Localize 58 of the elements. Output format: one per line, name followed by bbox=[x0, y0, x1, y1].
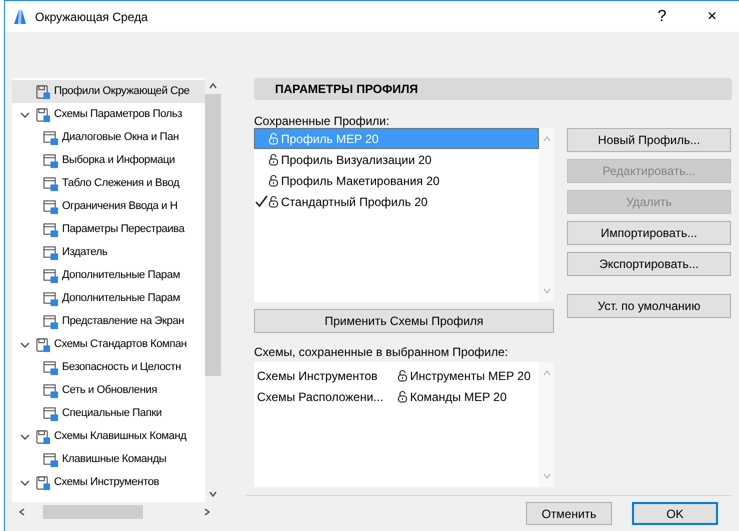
scroll-up-icon[interactable] bbox=[208, 81, 218, 91]
scrollbar-thumb[interactable] bbox=[43, 505, 143, 519]
window-icon bbox=[43, 152, 59, 168]
help-button[interactable]: ? bbox=[639, 2, 685, 32]
tree-item[interactable]: Схемы Стандартов Компан bbox=[12, 333, 205, 356]
window-icon bbox=[43, 244, 59, 260]
tree-item[interactable]: Безопасность и Целостн bbox=[12, 356, 205, 379]
window-icon bbox=[43, 176, 59, 192]
tree-item[interactable]: Профили Окружающей Сре bbox=[12, 80, 205, 103]
window-icon bbox=[43, 360, 59, 376]
scheme-value: Команды MEP 20 bbox=[410, 388, 507, 406]
window-icon bbox=[43, 222, 59, 238]
tree-item[interactable]: Схемы Параметров Польз bbox=[12, 103, 205, 126]
window-icon bbox=[43, 198, 59, 214]
profile-button[interactable]: Экспортировать... bbox=[567, 252, 731, 276]
window-icon bbox=[43, 268, 59, 284]
window-icon bbox=[43, 290, 59, 306]
dialog-button[interactable]: Отменить bbox=[526, 502, 612, 525]
window-icon bbox=[43, 406, 59, 422]
profile-button[interactable]: Новый Профиль... bbox=[567, 128, 731, 152]
tree-item[interactable]: Издатель bbox=[12, 241, 205, 264]
scheme-value: Инструменты MEP 20 bbox=[410, 368, 531, 384]
schemes-label: Схемы, сохраненные в выбранном Профиле: bbox=[254, 344, 509, 359]
close-button[interactable]: × bbox=[689, 2, 735, 32]
window-icon bbox=[43, 452, 59, 468]
profile-item[interactable]: Профиль Визуализации 20 bbox=[254, 149, 539, 170]
tree-item[interactable]: Схемы Клавишных Команд bbox=[12, 425, 205, 448]
profile-button[interactable]: Уст. по умолчанию bbox=[567, 294, 731, 318]
dialog-button[interactable]: OK bbox=[632, 502, 718, 525]
tree-item[interactable]: Выборка и Информаци bbox=[12, 149, 205, 172]
scroll-right-icon[interactable] bbox=[202, 507, 212, 517]
window-icon bbox=[43, 314, 59, 330]
scroll-down-icon[interactable] bbox=[208, 489, 218, 499]
tree-item[interactable]: Схемы Инструментов bbox=[12, 471, 205, 494]
tree-item[interactable]: Сеть и Обновления bbox=[12, 379, 205, 402]
tree-item[interactable]: Клавишные Команды bbox=[12, 448, 205, 471]
scrollbar-thumb[interactable] bbox=[205, 94, 221, 376]
profiles-label: Сохраненные Профили: bbox=[254, 113, 390, 128]
tree-item[interactable]: Дополнительные Парам bbox=[12, 287, 205, 310]
tree-item[interactable]: Представление на Экран bbox=[12, 310, 205, 333]
profile-item[interactable]: Стандартный Профиль 20 bbox=[254, 191, 539, 212]
window-title: Окружающая Среда bbox=[35, 8, 149, 26]
profile-item[interactable]: Профиль Макетирования 20 bbox=[254, 170, 539, 191]
profile-button[interactable]: Импортировать... bbox=[567, 221, 731, 245]
tree-item[interactable]: Параметры Перестраива bbox=[12, 218, 205, 241]
scheme-name: Схемы Расположени... bbox=[257, 388, 384, 406]
scroll-left-icon[interactable] bbox=[17, 507, 27, 517]
scheme-name: Схемы Инструментов bbox=[257, 368, 379, 384]
tree-item[interactable]: Специальные Папки bbox=[12, 402, 205, 425]
tree-item[interactable]: Дополнительные Парам bbox=[12, 264, 205, 287]
section-header: ПАРАМЕТРЫ ПРОФИЛЯ bbox=[254, 78, 732, 100]
tree-item[interactable]: Табло Слежения и Ввод bbox=[12, 172, 205, 195]
apply-button[interactable]: Применить Схемы Профиля bbox=[254, 309, 554, 333]
app-logo-icon bbox=[13, 8, 27, 24]
tree-item[interactable]: Ограничения Ввода и Н bbox=[12, 195, 205, 218]
tree-item[interactable]: Диалоговые Окна и Пан bbox=[12, 126, 205, 149]
window-icon bbox=[43, 382, 59, 398]
window-icon bbox=[43, 130, 59, 146]
